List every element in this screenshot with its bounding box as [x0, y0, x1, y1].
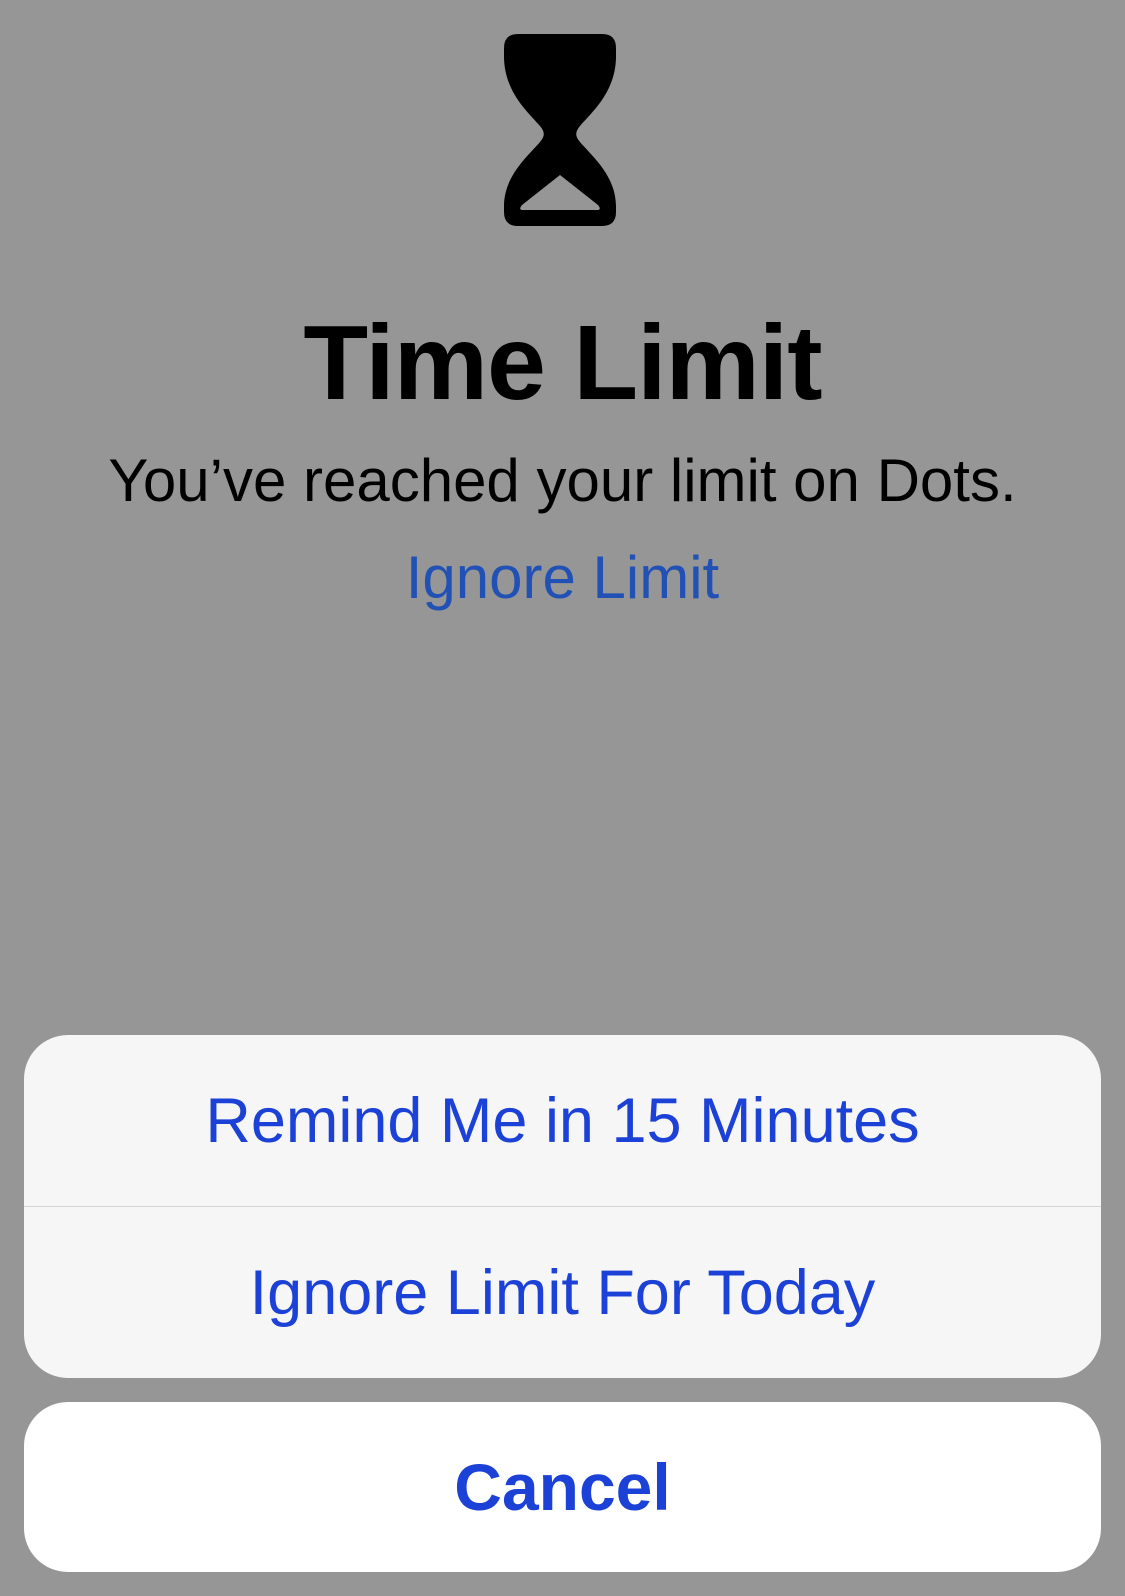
page-title: Time Limit [303, 304, 822, 422]
ignore-limit-link[interactable]: Ignore Limit [0, 543, 1125, 613]
time-limit-screen: Time Limit You’ve reached your limit on … [0, 0, 1125, 1596]
limit-message: You’ve reached your limit on Dots. [108, 447, 1017, 514]
remind-15-minutes-button[interactable]: Remind Me in 15 Minutes [24, 1035, 1101, 1207]
hourglass-icon [504, 34, 616, 226]
action-sheet: Remind Me in 15 Minutes Ignore Limit For… [24, 1035, 1101, 1378]
ignore-limit-today-button[interactable]: Ignore Limit For Today [24, 1207, 1101, 1378]
cancel-button[interactable]: Cancel [24, 1402, 1101, 1572]
